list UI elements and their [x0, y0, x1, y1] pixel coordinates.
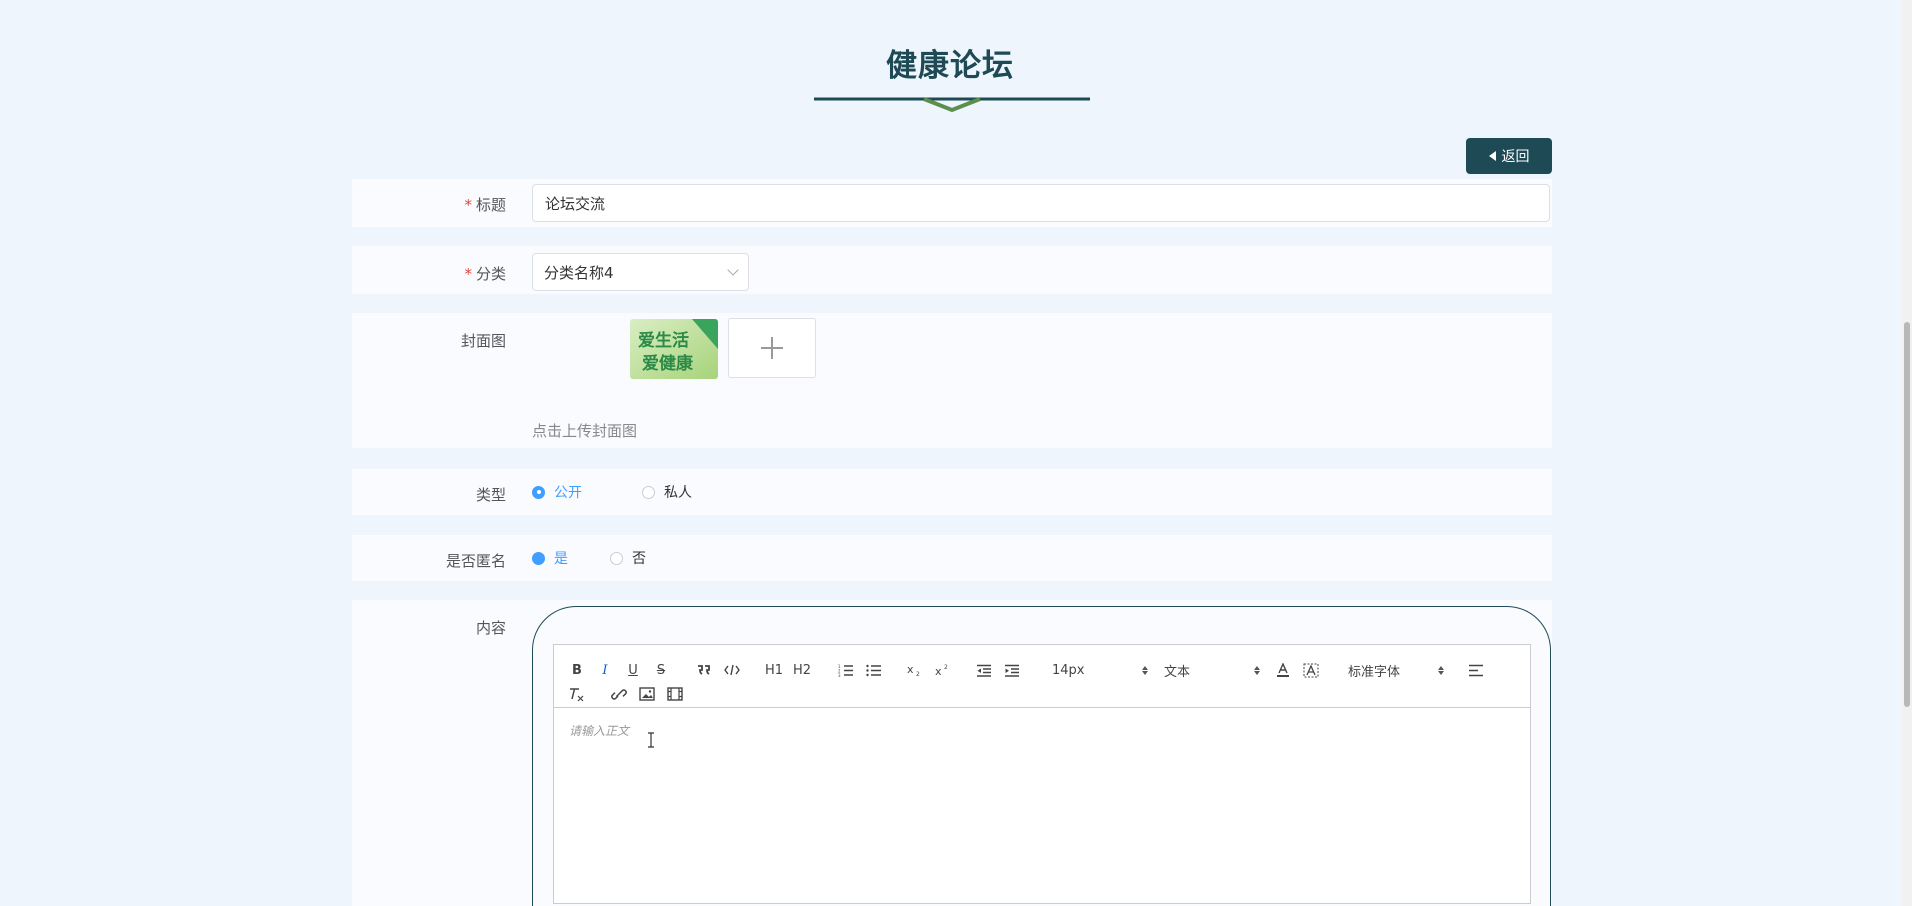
radio-unchecked-icon	[642, 485, 655, 499]
title-label-text: 标题	[475, 196, 506, 214]
italic-button[interactable]: I	[596, 661, 614, 679]
font-size-value: 14px	[1052, 662, 1085, 678]
type-option-public-label: 公开	[554, 485, 582, 501]
font-family-value: 标准字体	[1348, 664, 1401, 680]
cover-image[interactable]: 爱生活 爱健康	[630, 319, 718, 379]
scrollbar-thumb[interactable]	[1904, 322, 1910, 707]
subscript-button[interactable]: x2	[906, 661, 924, 679]
code-block-icon[interactable]	[723, 661, 741, 679]
underline-button[interactable]: U	[624, 661, 642, 679]
editor-placeholder: 请输入正文	[569, 724, 630, 738]
back-button[interactable]: 返回	[1466, 138, 1552, 174]
header-picker[interactable]: 文本	[1164, 661, 1260, 680]
page-scrollbar[interactable]	[1902, 0, 1912, 906]
ordered-list-icon[interactable]: 123	[837, 661, 855, 679]
svg-text:x: x	[935, 665, 942, 677]
align-left-icon[interactable]	[1467, 661, 1485, 679]
clear-format-icon[interactable]	[568, 685, 586, 703]
indent-icon[interactable]	[1003, 661, 1021, 679]
chevron-down-icon	[727, 264, 739, 276]
content-row: 内容 B I U S H1 H2 123 x 2 x 2 14px 文本 标准字…	[352, 600, 1552, 906]
text-cursor-icon	[648, 732, 654, 748]
outdent-icon[interactable]	[975, 661, 993, 679]
title-divider	[814, 97, 1090, 113]
radio-unchecked-icon	[610, 551, 623, 565]
updown-icon	[1254, 665, 1260, 675]
updown-icon	[1438, 665, 1444, 675]
text-color-icon[interactable]	[1274, 661, 1292, 679]
category-select[interactable]: 分类名称4	[532, 253, 749, 291]
cover-row: 封面图 爱生活 爱健康 点击上传封面图	[352, 313, 1552, 448]
title-label: * 标题	[464, 194, 506, 215]
plus-icon	[761, 337, 783, 359]
anonymous-option-no[interactable]: 否	[610, 548, 646, 568]
rich-text-editor: B I U S H1 H2 123 x2 x 2 14px 文本 标准字体 请输…	[553, 644, 1531, 904]
svg-text:x: x	[907, 663, 914, 676]
type-label: 类型	[475, 486, 506, 504]
bold-button[interactable]: B	[568, 661, 586, 679]
anonymous-option-yes[interactable]: 是	[532, 548, 568, 568]
back-button-label: 返回	[1501, 149, 1530, 165]
type-option-public[interactable]: 公开	[532, 482, 582, 502]
svg-text:爱生活: 爱生活	[638, 330, 689, 351]
caret-left-icon	[1488, 151, 1496, 161]
updown-icon	[1142, 665, 1148, 675]
cover-upload-hint: 点击上传封面图	[532, 422, 638, 440]
anonymous-option-yes-label: 是	[554, 551, 568, 567]
anonymous-row: 是否匿名 是 否	[352, 535, 1552, 581]
strike-button[interactable]: S	[652, 661, 670, 679]
svg-text:2: 2	[916, 671, 920, 677]
title-input-value: 论坛交流	[545, 194, 606, 213]
background-color-icon[interactable]	[1302, 661, 1320, 679]
radio-checked-icon	[532, 551, 545, 565]
required-mark: *	[464, 196, 472, 214]
anonymous-option-no-label: 否	[632, 551, 646, 567]
category-select-value: 分类名称4	[544, 263, 614, 282]
radio-checked-icon	[532, 485, 545, 499]
required-mark: *	[464, 265, 472, 283]
header-value: 文本	[1164, 664, 1191, 680]
editor-toolbar: B I U S H1 H2 123 x2 x 2 14px 文本 标准字体	[554, 645, 1530, 708]
type-option-private-label: 私人	[664, 485, 692, 501]
svg-text:爱健康: 爱健康	[642, 353, 694, 374]
page-title: 健康论坛	[886, 48, 1014, 84]
h1-button[interactable]: H1	[764, 661, 784, 679]
cover-upload-button[interactable]	[728, 318, 816, 378]
category-row: * 分类 分类名称4	[352, 246, 1552, 294]
anonymous-label: 是否匿名	[445, 552, 506, 570]
svg-text:2: 2	[944, 664, 948, 671]
bullet-list-icon[interactable]	[865, 661, 883, 679]
font-family-picker[interactable]: 标准字体	[1348, 661, 1444, 680]
cover-label: 封面图	[460, 332, 506, 350]
cover-image-art: 爱生活 爱健康	[630, 319, 718, 379]
editor-content-area[interactable]: 请输入正文	[554, 708, 1530, 753]
type-row: 类型 公开 私人	[352, 469, 1552, 515]
superscript-button[interactable]: x2	[934, 661, 952, 679]
content-label: 内容	[475, 619, 506, 637]
category-label-text: 分类	[475, 265, 506, 283]
category-label: * 分类	[464, 263, 506, 284]
title-input[interactable]: 论坛交流	[532, 184, 1550, 222]
h2-button[interactable]: H2	[792, 661, 812, 679]
link-icon[interactable]	[610, 685, 628, 703]
svg-text:3: 3	[838, 673, 841, 677]
image-icon[interactable]	[638, 685, 656, 703]
forum-post-page: 健康论坛 返回 * 标题 论坛交流 * 分类 分类名称4 封面图 爱生活 爱健康…	[0, 0, 1912, 906]
video-icon[interactable]	[666, 685, 684, 703]
font-size-picker[interactable]: 14px	[1052, 661, 1148, 679]
title-row: * 标题 论坛交流	[352, 179, 1552, 227]
type-option-private[interactable]: 私人	[642, 482, 692, 502]
blockquote-icon[interactable]	[695, 661, 713, 679]
type-radio-group: 公开 私人	[532, 469, 718, 515]
anonymous-radio-group: 是 否	[532, 535, 672, 581]
